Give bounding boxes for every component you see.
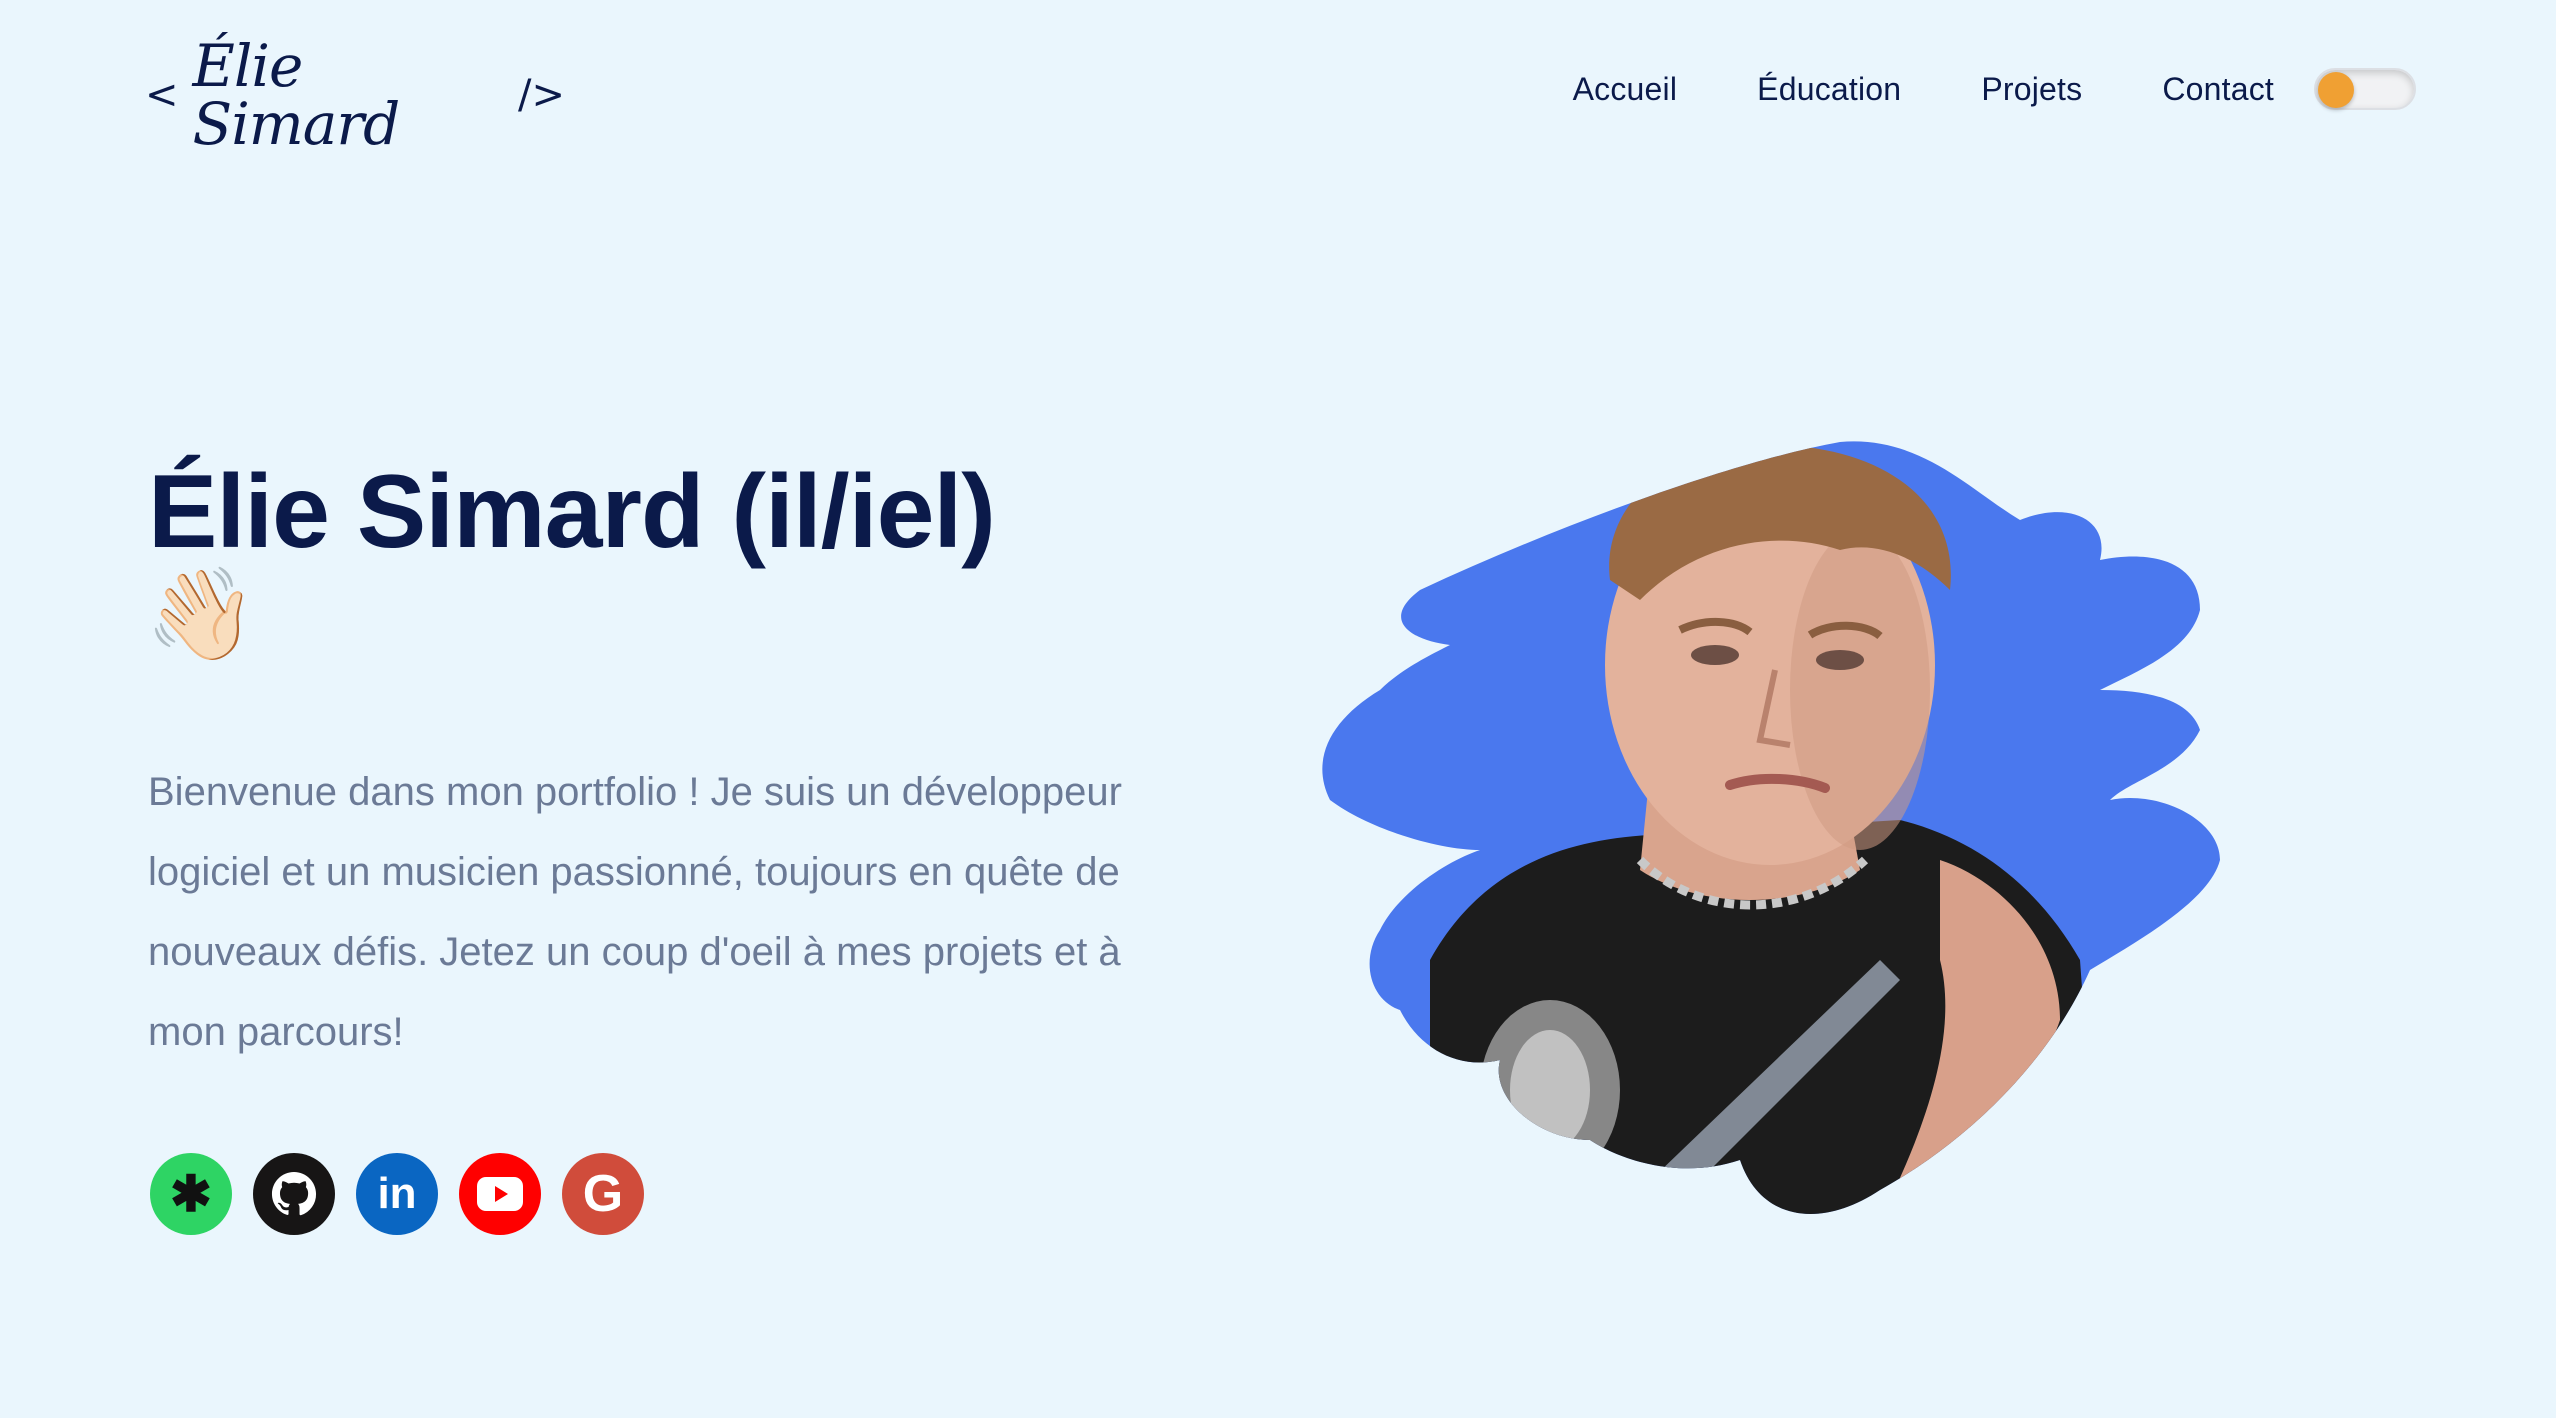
nav-contact[interactable]: Contact	[2162, 71, 2274, 108]
github-icon	[271, 1171, 317, 1216]
hero-intro: Bienvenue dans mon portfolio ! Je suis u…	[148, 770, 1122, 1054]
waving-hand-icon: 👋🏻	[145, 565, 258, 665]
linktree-button[interactable]: ✱	[150, 1153, 232, 1235]
linktree-icon: ✱	[170, 1166, 212, 1222]
linkedin-button[interactable]: in	[356, 1153, 438, 1235]
logo-close-bracket: />	[518, 72, 565, 118]
google-button[interactable]: G	[562, 1153, 644, 1235]
nav-education[interactable]: Éducation	[1757, 71, 1901, 108]
site-logo[interactable]: < Élie Simard />	[145, 37, 565, 153]
nav-accueil[interactable]: Accueil	[1573, 71, 1678, 108]
profile-portrait	[1320, 440, 2250, 1220]
youtube-icon	[477, 1177, 523, 1211]
nav-projets[interactable]: Projets	[1981, 71, 2082, 108]
youtube-button[interactable]	[459, 1153, 541, 1235]
linkedin-icon: in	[377, 1169, 417, 1218]
theme-toggle[interactable]	[2314, 68, 2416, 110]
portrait-illustration	[1322, 441, 2220, 1214]
logo-signature: Élie Simard	[192, 32, 401, 158]
github-button[interactable]	[253, 1153, 335, 1235]
site-header: < Élie Simard /> Accueil Éducation Proje…	[0, 0, 2556, 200]
theme-toggle-knob	[2318, 72, 2354, 108]
main-nav: Accueil Éducation Projets Contact	[1573, 68, 2416, 110]
google-icon: G	[582, 1165, 624, 1223]
hero-title: Élie Simard (il/iel)	[148, 454, 996, 570]
social-links: ✱ in G	[150, 1153, 665, 1235]
logo-open-bracket: <	[145, 72, 179, 118]
